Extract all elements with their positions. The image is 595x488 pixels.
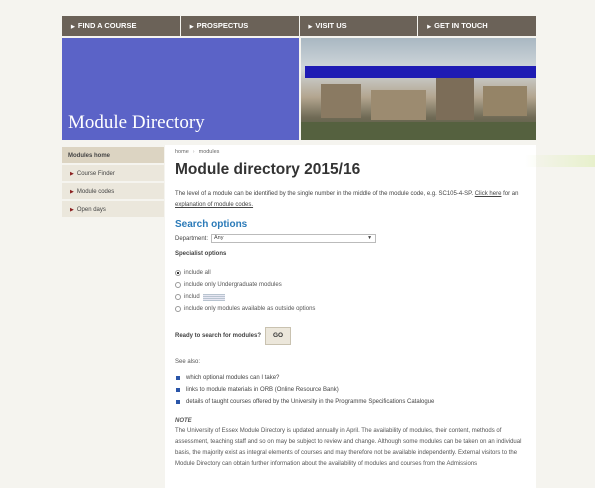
department-row: Department: Any ▼ xyxy=(175,234,528,243)
explanation-link[interactable]: explanation of module codes. xyxy=(175,202,253,208)
see-also-link[interactable]: links to module materials in ORB (Online… xyxy=(175,384,528,396)
department-label: Department: xyxy=(175,235,209,242)
specialist-options-label: Specialist options xyxy=(175,251,227,257)
radio-undergraduate[interactable]: include only Undergraduate modules xyxy=(175,279,528,291)
intro-text: The level of a module can be identified … xyxy=(175,189,528,211)
see-also-link[interactable]: details of taught courses offered by the… xyxy=(175,396,528,408)
search-options-heading: Search options xyxy=(175,219,248,230)
link-text[interactable]: links to module materials in ORB (Online… xyxy=(186,387,339,393)
search-submit-row: Ready to search for modules? GO xyxy=(175,327,528,345)
arrow-right-icon: ▶ xyxy=(70,189,74,195)
go-button[interactable]: GO xyxy=(265,327,292,345)
arrow-right-icon: ▶ xyxy=(70,207,74,213)
top-navigation: ▶ FIND A COURSE ▶ PROSPECTUS ▶ VISIT US ▶ GE… xyxy=(62,16,536,36)
radio-include-all[interactable]: include all xyxy=(175,267,528,279)
nav-label: PROSPECTUS xyxy=(196,21,249,30)
bullet-icon xyxy=(176,376,180,380)
nav-label: FIND A COURSE xyxy=(77,21,137,30)
nav-find-a-course[interactable]: ▶ FIND A COURSE xyxy=(62,16,181,36)
radio-label: includ xyxy=(184,294,200,300)
sidebar-item-open-days[interactable]: ▶ Open days xyxy=(62,201,164,219)
sidebar-item-label: Course Finder xyxy=(76,171,115,177)
banner-title: Module Directory xyxy=(68,112,205,133)
radio-label: include only Undergraduate modules xyxy=(184,282,282,288)
department-value: Any xyxy=(214,235,224,241)
arrow-right-icon: ▶ xyxy=(308,24,313,30)
render-artifact xyxy=(525,155,595,167)
radio-label: include all xyxy=(184,270,211,276)
nav-visit-us[interactable]: ▶ VISIT US xyxy=(300,16,419,36)
arrow-right-icon: ▶ xyxy=(427,24,432,30)
radio-unchecked-icon[interactable] xyxy=(175,306,181,312)
campus-photo xyxy=(301,38,536,140)
link-text[interactable]: which optional modules can I take? xyxy=(186,375,279,381)
intro-connector: for an xyxy=(503,191,519,197)
intro-sentence: The level of a module can be identified … xyxy=(175,191,474,197)
department-select[interactable]: Any ▼ xyxy=(211,234,377,243)
main-content: home › modules Module directory 2015/16 Th… xyxy=(165,145,536,488)
link-text[interactable]: details of taught courses offered by the… xyxy=(186,399,434,405)
nav-label: VISIT US xyxy=(315,21,347,30)
breadcrumb: home › modules xyxy=(175,149,220,155)
sidebar-item-course-finder[interactable]: ▶ Course Finder xyxy=(62,165,164,183)
render-artifact xyxy=(202,293,225,301)
radio-label: include only modules available as outsid… xyxy=(184,306,316,312)
note-heading: NOTE xyxy=(175,418,192,424)
banner: Module Directory xyxy=(62,38,299,140)
radio-checked-icon[interactable] xyxy=(175,270,181,276)
see-also-label: See also: xyxy=(175,359,201,365)
breadcrumb-current: modules xyxy=(198,149,220,155)
see-also-link[interactable]: which optional modules can I take? xyxy=(175,372,528,384)
sidebar-item-label: Modules home xyxy=(68,153,111,159)
bullet-icon xyxy=(176,400,180,404)
arrow-right-icon: ▶ xyxy=(71,24,75,30)
nav-prospectus[interactable]: ▶ PROSPECTUS xyxy=(181,16,300,36)
radio-includ[interactable]: includ xyxy=(175,291,528,303)
click-here-link[interactable]: Click here xyxy=(475,191,502,197)
sidebar-item-modules-home[interactable]: Modules home xyxy=(62,147,164,165)
note-text: The University of Essex Module Directory… xyxy=(175,428,522,467)
sidebar-item-label: Open days xyxy=(76,207,106,213)
nav-label: GET IN TOUCH xyxy=(434,21,488,30)
radio-outside-options[interactable]: include only modules available as outsid… xyxy=(175,303,528,315)
sidebar: Modules home ▶ Course Finder ▶ Module code… xyxy=(62,147,164,219)
arrow-right-icon: ▶ xyxy=(70,171,74,177)
breadcrumb-home[interactable]: home xyxy=(175,149,189,155)
radio-unchecked-icon[interactable] xyxy=(175,282,181,288)
bullet-icon xyxy=(176,388,180,392)
ready-label: Ready to search for modules? xyxy=(175,333,262,339)
chevron-down-icon: ▼ xyxy=(367,235,373,241)
nav-get-in-touch[interactable]: ▶ GET IN TOUCH xyxy=(418,16,536,36)
page-title: Module directory 2015/16 xyxy=(175,161,361,178)
sidebar-item-module-codes[interactable]: ▶ Module codes xyxy=(62,183,164,201)
radio-unchecked-icon[interactable] xyxy=(175,294,181,300)
sidebar-item-label: Module codes xyxy=(76,189,115,195)
arrow-right-icon: ▶ xyxy=(189,24,194,30)
